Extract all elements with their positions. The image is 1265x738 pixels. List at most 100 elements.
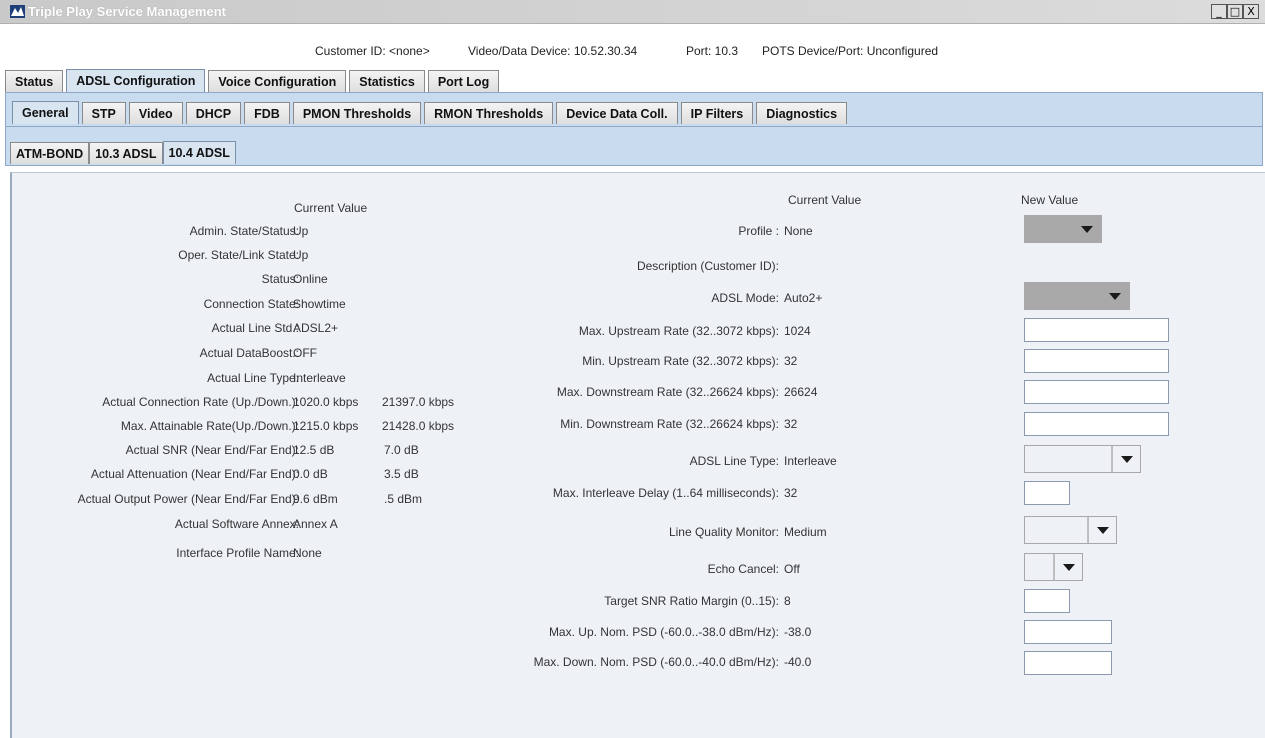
line-quality-monitor-label: Line Quality Monitor: [668, 525, 779, 539]
maximize-button[interactable]: □ [1227, 4, 1243, 19]
min-downstream-value: 32 [784, 417, 798, 431]
interleave-delay-input[interactable] [1024, 481, 1070, 505]
main-tabs: Status ADSL Configuration Voice Configur… [5, 69, 502, 92]
target-snr-input[interactable] [1024, 589, 1070, 613]
tab-video[interactable]: Video [128, 102, 183, 124]
oper-state-value: Up [293, 248, 309, 262]
attenuation-label: Actual Attenuation (Near End/Far End): [90, 467, 299, 481]
general-settings-panel: Current Value Admin. State/Status: Up Op… [10, 172, 1265, 738]
oper-state-label: Oper. State/Link State: [178, 248, 299, 262]
target-snr-value: 8 [784, 594, 791, 608]
tab-atm-bond[interactable]: ATM-BOND [10, 142, 90, 164]
tab-10-4-adsl[interactable]: 10.4 ADSL [162, 141, 236, 164]
adsl-line-type-select[interactable] [1024, 445, 1141, 473]
min-downstream-label: Min. Downstream Rate (32..26624 kbps): [560, 417, 779, 431]
chevron-down-icon [1112, 446, 1140, 472]
tab-10-3-adsl[interactable]: 10.3 ADSL [89, 142, 163, 164]
pots-info: POTS Device/Port: Unconfigured [762, 44, 939, 58]
tab-rmon-thresholds[interactable]: RMON Thresholds [424, 102, 554, 124]
interface-profile-value: None [293, 546, 322, 560]
output-power-near-value: 9.6 dBm [293, 492, 338, 506]
profile-select[interactable] [1024, 215, 1102, 243]
line-quality-monitor-select[interactable] [1024, 516, 1117, 544]
right-current-value-header: Current Value [788, 193, 862, 207]
port-info: Port: 10.3 [686, 44, 739, 58]
line-type-value: Interleave [293, 371, 346, 385]
interleave-delay-value: 32 [784, 486, 798, 500]
max-down-psd-value: -40.0 [784, 655, 812, 669]
max-down-psd-input[interactable] [1024, 651, 1112, 675]
interface-profile-label: Interface Profile Name: [176, 546, 299, 560]
attainable-rate-down-value: 21428.0 kbps [382, 419, 455, 433]
min-upstream-label: Min. Upstream Rate (32..3072 kbps): [582, 354, 779, 368]
admin-state-value: Up [293, 224, 309, 238]
line-type-label: Actual Line Type: [207, 371, 299, 385]
customer-id-info: Customer ID: <none> [315, 44, 430, 58]
connection-rate-up-value: 1020.0 kbps [293, 395, 359, 409]
tab-fdb[interactable]: FDB [244, 102, 290, 124]
tab-adsl-configuration[interactable]: ADSL Configuration [66, 69, 206, 92]
port-tabs: ATM-BOND 10.3 ADSL 10.4 ADSL [10, 141, 239, 164]
tab-statistics[interactable]: Statistics [349, 70, 425, 92]
tab-stp[interactable]: STP [81, 102, 126, 124]
databoost-value: OFF [293, 346, 317, 360]
tab-general[interactable]: General [12, 101, 79, 124]
software-annex-value: Annex A [293, 517, 338, 531]
max-up-psd-input[interactable] [1024, 620, 1112, 644]
adsl-mode-value: Auto2+ [784, 291, 823, 305]
tab-status[interactable]: Status [5, 70, 64, 92]
description-label: Description (Customer ID): [636, 259, 779, 273]
min-upstream-value: 32 [784, 354, 798, 368]
close-button[interactable]: X [1243, 4, 1259, 19]
echo-cancel-label: Echo Cancel: [707, 562, 779, 576]
output-power-label: Actual Output Power (Near End/Far End): [77, 492, 299, 506]
software-annex-label: Actual Software Annex: [174, 517, 299, 531]
tab-port-log[interactable]: Port Log [427, 70, 500, 92]
profile-value: None [784, 224, 813, 238]
sub-tabs: General STP Video DHCP FDB PMON Threshol… [12, 101, 850, 124]
snr-far-value: 7.0 dB [384, 443, 419, 457]
chevron-down-icon [1054, 554, 1082, 580]
tab-voice-configuration[interactable]: Voice Configuration [208, 70, 347, 92]
output-power-far-value: .5 dBm [384, 492, 423, 506]
target-snr-label: Target SNR Ratio Margin (0..15): [604, 594, 779, 608]
line-std-label: Actual Line Std.: [211, 321, 299, 335]
max-downstream-value: 26624 [784, 385, 818, 399]
interleave-delay-label: Max. Interleave Delay (1..64 millisecond… [552, 486, 779, 500]
connection-state-label: Connection State: [203, 297, 299, 311]
video-data-device-info: Video/Data Device: 10.52.30.34 [468, 44, 638, 58]
connection-state-value: Showtime [293, 297, 346, 311]
line-quality-monitor-value: Medium [784, 525, 827, 539]
max-up-psd-value: -38.0 [784, 625, 812, 639]
tab-pmon-thresholds[interactable]: PMON Thresholds [292, 102, 422, 124]
min-upstream-input[interactable] [1024, 349, 1169, 373]
max-upstream-input[interactable] [1024, 318, 1169, 342]
new-value-header: New Value [1021, 193, 1079, 207]
snr-near-value: 12.5 dB [293, 443, 335, 457]
tab-diagnostics[interactable]: Diagnostics [756, 102, 848, 124]
adsl-mode-select[interactable] [1024, 282, 1130, 310]
max-up-psd-label: Max. Up. Nom. PSD (-60.0..-38.0 dBm/Hz): [548, 625, 779, 639]
tab-dhcp[interactable]: DHCP [185, 102, 242, 124]
minimize-button[interactable]: _ [1211, 4, 1227, 19]
title-bar: Triple Play Service Management _ □ X [0, 0, 1265, 24]
max-down-psd-label: Max. Down. Nom. PSD (-60.0..-40.0 dBm/Hz… [533, 655, 779, 669]
max-upstream-value: 1024 [784, 324, 811, 338]
chevron-down-icon [1101, 283, 1129, 309]
max-downstream-label: Max. Downstream Rate (32..26624 kbps): [556, 385, 779, 399]
left-current-value-header: Current Value [294, 201, 368, 215]
max-downstream-input[interactable] [1024, 380, 1169, 404]
profile-label: Profile : [738, 224, 779, 238]
window-controls: _ □ X [1211, 4, 1259, 19]
tab-device-data-coll[interactable]: Device Data Coll. [556, 102, 678, 124]
status-value: Online [293, 272, 328, 286]
echo-cancel-select[interactable] [1024, 553, 1083, 581]
admin-state-label: Admin. State/Status: [189, 224, 299, 238]
adsl-line-type-value: Interleave [784, 454, 837, 468]
chevron-down-icon [1073, 216, 1101, 242]
attenuation-far-value: 3.5 dB [384, 467, 419, 481]
window-title: Triple Play Service Management [28, 4, 226, 19]
tab-ip-filters[interactable]: IP Filters [680, 102, 754, 124]
min-downstream-input[interactable] [1024, 412, 1169, 436]
adsl-mode-label: ADSL Mode: [711, 291, 779, 305]
